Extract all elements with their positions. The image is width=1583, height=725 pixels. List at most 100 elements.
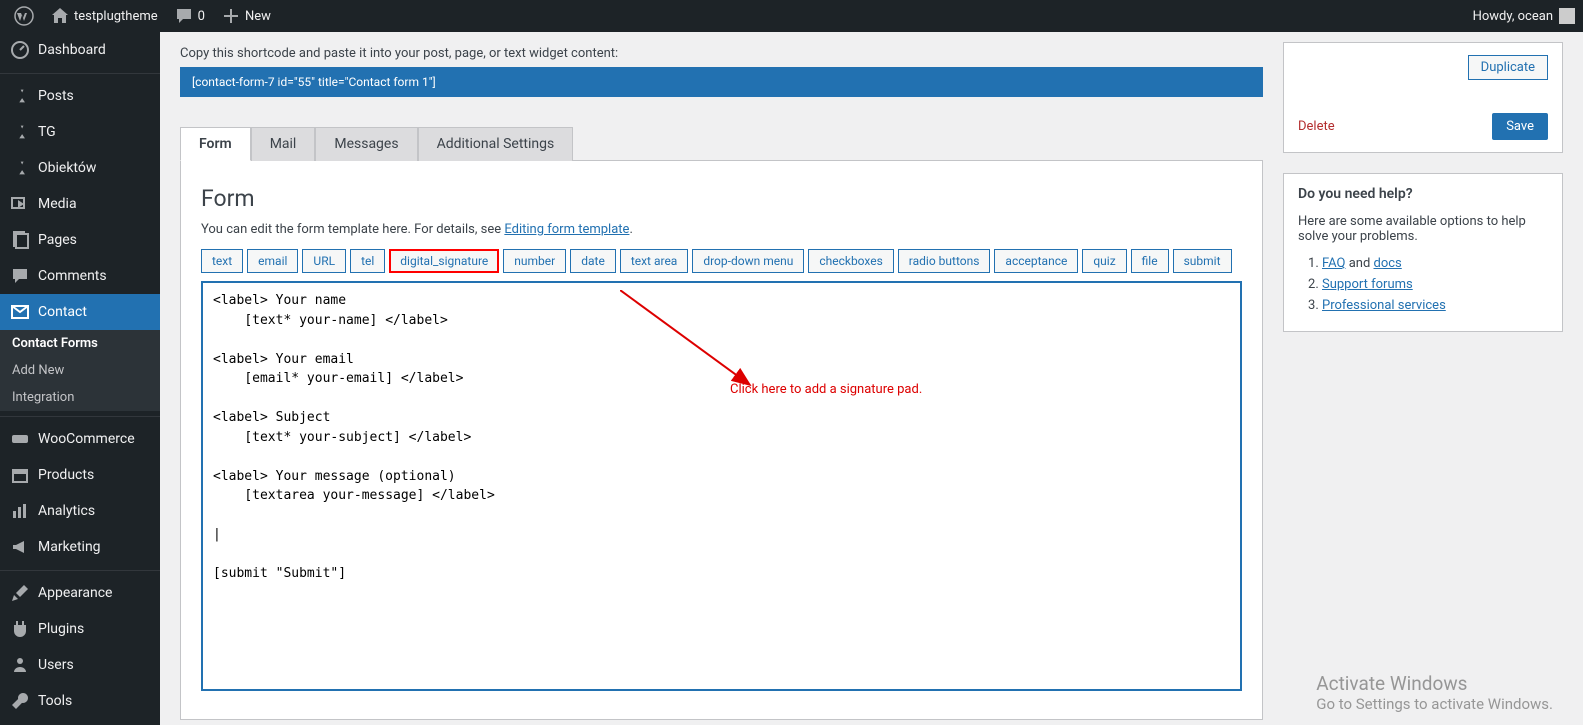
admin-topbar: testplugtheme 0 New Howdy, ocean [0,0,1583,32]
tag-digital-signature-button[interactable]: digital_signature [389,249,499,273]
admin-sidebar: Dashboard Posts TG Obiektów Media Pages … [0,32,160,725]
faq-link[interactable]: FAQ [1322,256,1345,271]
new-label: New [245,9,271,24]
sidebar-item-label: Products [38,467,94,483]
sidebar-item-woocommerce[interactable]: WooCommerce [0,421,160,457]
tag-textarea-button[interactable]: text area [620,249,689,273]
user-account-link[interactable]: Howdy, ocean [1465,0,1583,32]
comments-count: 0 [198,9,205,24]
watermark-sub: Go to Settings to activate Windows. [1316,695,1553,713]
sidebar-item-label: WooCommerce [38,431,135,447]
woo-icon [10,429,30,449]
pin-icon [10,86,30,106]
tab-mail[interactable]: Mail [251,127,316,161]
tag-text-button[interactable]: text [201,249,243,273]
sidebar-item-label: Analytics [38,503,95,519]
submenu-contact-forms[interactable]: Contact Forms [0,330,160,357]
sidebar-item-label: Pages [38,232,77,248]
users-icon [10,655,30,675]
tag-number-button[interactable]: number [503,249,566,273]
tag-tel-button[interactable]: tel [350,249,385,273]
tools-icon [10,691,30,711]
shortcode-value: [contact-form-7 id="55" title="Contact f… [192,75,436,89]
help-item-pro: Professional services [1322,298,1548,313]
annotation-text: Click here to add a signature pad. [730,382,922,397]
tag-submit-button[interactable]: submit [1173,249,1232,273]
sidebar-item-products[interactable]: Products [0,457,160,493]
help-text: Here are some available options to help … [1298,214,1548,244]
tag-radio-button[interactable]: radio buttons [898,249,991,273]
page-icon [10,230,30,250]
plus-icon [221,6,241,26]
sidebar-item-label: Posts [38,88,74,104]
submenu-add-new[interactable]: Add New [0,357,160,384]
help-box: Do you need help? Here are some availabl… [1283,173,1563,332]
sidebar-item-label: Media [38,196,77,212]
sidebar-item-analytics[interactable]: Analytics [0,493,160,529]
sidebar-item-dashboard[interactable]: Dashboard [0,32,160,68]
help-item-faq: FAQ and docs [1322,256,1548,271]
sidebar-item-posts[interactable]: Posts [0,78,160,114]
plugin-icon [10,619,30,639]
sidebar-item-tg[interactable]: TG [0,114,160,150]
tag-checkboxes-button[interactable]: checkboxes [808,249,893,273]
tab-messages[interactable]: Messages [315,127,417,161]
editing-form-template-link[interactable]: Editing form template [504,222,629,237]
sidebar-item-label: Obiektów [38,160,96,176]
tag-button-row: text email URL tel digital_signature num… [201,249,1242,273]
site-name: testplugtheme [74,9,158,24]
tag-acceptance-button[interactable]: acceptance [994,249,1078,273]
docs-link[interactable]: docs [1374,256,1402,271]
professional-services-link[interactable]: Professional services [1322,298,1446,313]
sidebar-item-media[interactable]: Media [0,186,160,222]
dashboard-icon [10,40,30,60]
sidebar-item-appearance[interactable]: Appearance [0,575,160,611]
tab-form[interactable]: Form [180,127,251,161]
sidebar-item-marketing[interactable]: Marketing [0,529,160,565]
sidebar-item-plugins[interactable]: Plugins [0,611,160,647]
sidebar-item-users[interactable]: Users [0,647,160,683]
megaphone-icon [10,537,30,557]
tag-file-button[interactable]: file [1131,249,1169,273]
sidebar-item-contact[interactable]: Contact [0,294,160,330]
new-content-link[interactable]: New [213,0,279,32]
sidebar-item-label: TG [38,124,56,140]
form-description: You can edit the form template here. For… [201,222,1242,237]
pin-icon [10,122,30,142]
sidebar-item-label: Plugins [38,621,84,637]
comments-link[interactable]: 0 [166,0,213,32]
form-desc-prefix: You can edit the form template here. For… [201,222,504,237]
sidebar-item-obiektow[interactable]: Obiektów [0,150,160,186]
home-icon [50,6,70,26]
help-item-forums: Support forums [1322,277,1548,292]
tag-url-button[interactable]: URL [302,249,346,273]
support-forums-link[interactable]: Support forums [1322,277,1413,292]
submenu-integration[interactable]: Integration [0,384,160,411]
comment-icon [174,6,194,26]
main-content: Copy this shortcode and paste it into yo… [160,32,1583,725]
sidebar-item-tools[interactable]: Tools [0,683,160,719]
howdy-text: Howdy, ocean [1473,9,1553,24]
save-button[interactable]: Save [1492,113,1548,140]
sidebar-item-label: Tools [38,693,72,709]
duplicate-button[interactable]: Duplicate [1468,55,1548,80]
site-home-link[interactable]: testplugtheme [42,0,166,32]
tag-dropdown-button[interactable]: drop-down menu [692,249,804,273]
delete-link[interactable]: Delete [1298,119,1335,134]
sidebar-item-pages[interactable]: Pages [0,222,160,258]
avatar-icon [1559,8,1575,24]
comment-icon [10,266,30,286]
sidebar-item-label: Appearance [38,585,112,601]
tag-quiz-button[interactable]: quiz [1082,249,1126,273]
sidebar-item-comments[interactable]: Comments [0,258,160,294]
brush-icon [10,583,30,603]
sidebar-item-label: Dashboard [38,42,106,58]
shortcode-box[interactable]: [contact-form-7 id="55" title="Contact f… [180,67,1263,97]
tag-email-button[interactable]: email [247,249,298,273]
form-heading: Form [201,185,1242,212]
shortcode-hint: Copy this shortcode and paste it into yo… [180,46,1263,61]
tab-additional-settings[interactable]: Additional Settings [418,127,574,161]
tag-date-button[interactable]: date [570,249,616,273]
wp-logo[interactable] [6,0,42,32]
sidebar-item-label: Users [38,657,74,673]
